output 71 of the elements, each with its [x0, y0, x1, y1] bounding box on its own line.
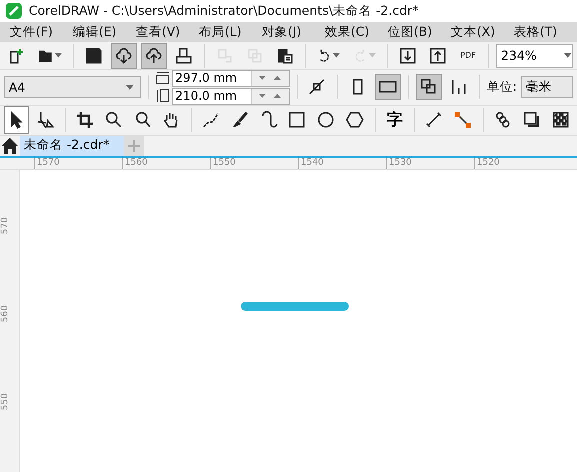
hand-icon [162, 111, 180, 130]
ruler-label: 1570 [34, 158, 122, 169]
spiral-icon [260, 111, 278, 130]
ellipse-icon [317, 111, 336, 130]
cloud-upload-icon [144, 46, 163, 65]
menu-item[interactable]: 文件(F) [0, 22, 63, 42]
shape-tool-icon [36, 111, 54, 130]
blend-icon [494, 111, 512, 130]
unit-dropdown[interactable]: 毫米 [521, 76, 573, 98]
ruler-label: 1540 [298, 158, 386, 169]
clipboard-icon [276, 46, 294, 65]
pages-icon [420, 78, 438, 96]
menu-item[interactable]: 位图(B) [378, 22, 441, 42]
spinner-arrows-icon[interactable] [257, 75, 284, 82]
menu-item[interactable]: 文本(X) [441, 22, 504, 42]
bars-icon [450, 78, 468, 96]
dimension-icon [425, 111, 444, 130]
ruler-label: 560 [0, 305, 12, 323]
caret-icon [126, 84, 134, 90]
polygon-icon [346, 111, 364, 130]
caret-icon [54, 53, 62, 58]
toolbar-button[interactable] [140, 42, 167, 69]
home-icon[interactable] [0, 136, 20, 156]
menu-item[interactable]: 布局(L) [189, 22, 252, 42]
unit-label: 单位: [486, 78, 518, 96]
menu-item[interactable]: 编辑(E) [63, 22, 126, 42]
ruler-label: 550 [0, 393, 12, 411]
page-size-dropdown[interactable]: A4 [4, 76, 141, 98]
zoom-icon [104, 111, 123, 130]
zoom-icon [134, 111, 152, 130]
crop-icon [76, 111, 94, 130]
document-tab[interactable]: 未命名 -2.cdr* [20, 136, 124, 156]
width-field[interactable]: 297.0 mm [172, 70, 290, 87]
toolbar-button[interactable]: PDF [455, 42, 482, 69]
export-icon [429, 46, 448, 65]
connector-icon [454, 111, 472, 130]
spinner-arrows-icon[interactable] [257, 93, 284, 100]
app-logo-icon [6, 3, 22, 20]
printer-icon [174, 46, 193, 65]
brush-icon [230, 111, 249, 130]
caret-icon [369, 53, 376, 58]
ruler-label: 1530 [386, 158, 474, 169]
caret-icon [564, 53, 572, 58]
import-icon [399, 46, 418, 65]
page-options-icon [308, 78, 326, 96]
window-title: CorelDRAW - C:\Users\Administrator\Documents\未命名 -2.cdr* [29, 2, 419, 20]
cloud-download-icon [114, 46, 133, 65]
caret-icon [333, 53, 340, 58]
rectangle-icon [288, 111, 306, 130]
toolbar-button[interactable] [416, 74, 442, 100]
menu-item[interactable]: 表格(T) [504, 22, 567, 42]
curve-tool-icon [202, 111, 220, 130]
ruler-label: 570 [0, 217, 12, 235]
save-icon [84, 46, 103, 65]
landscape-button[interactable] [375, 74, 402, 100]
zoom-dropdown[interactable]: 234% [496, 44, 574, 68]
ruler-label: 1550 [210, 158, 298, 169]
drop-shadow-icon [522, 111, 541, 130]
menu-item[interactable]: 查看(V) [126, 22, 189, 42]
height-icon [156, 89, 170, 104]
menu-item[interactable]: 效果(C) [315, 22, 378, 42]
menu-item[interactable]: 对象(J) [252, 22, 315, 42]
checkerboard-icon [552, 111, 570, 130]
ruler-label: 1520 [474, 158, 562, 169]
width-icon [156, 71, 170, 86]
height-field[interactable]: 210.0 mm [172, 88, 290, 105]
ruler-label: 1560 [122, 158, 210, 169]
tool-button[interactable]: 字 [382, 106, 408, 134]
new-document-icon [8, 46, 26, 65]
tool-button[interactable] [4, 106, 29, 134]
toolbar-button[interactable] [110, 42, 137, 69]
